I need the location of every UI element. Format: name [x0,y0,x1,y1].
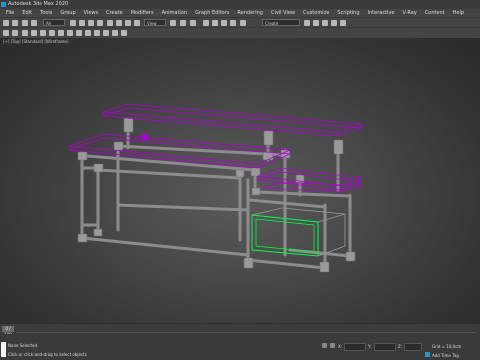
layer-explorer-icon[interactable] [322,20,328,26]
vray-proxy-icon[interactable] [94,30,100,36]
absolute-mode-icon[interactable] [330,343,335,348]
viewport-label[interactable]: [+] [Top] [Standard] [Wireframe] [3,39,68,44]
vray-fur-icon[interactable] [112,30,118,36]
y-coordinate-field[interactable] [374,343,396,351]
add-time-tag-button[interactable]: Add Time Tag [432,353,459,358]
app-logo-icon [1,2,6,7]
percent-snap-icon[interactable] [221,20,227,26]
z-label: Z: [398,344,403,349]
menu-item-scripting[interactable]: Scripting [337,9,359,17]
title-bar: Autodesk 3ds Max 2020 [0,0,480,9]
window-crossing-icon[interactable] [97,20,103,26]
time-slider-thumb[interactable]: 0 / 100 [2,326,14,337]
menu-item-modifiers[interactable]: Modifiers [131,9,154,17]
edit-named-selection-icon[interactable] [240,20,246,26]
menu-item-interactive[interactable]: Interactive [368,9,395,17]
mirror-icon[interactable] [304,20,310,26]
place-icon[interactable] [134,20,140,26]
time-tag-icon [425,352,430,357]
angle-snap-icon[interactable] [212,20,218,26]
menu-item-civil-view[interactable]: Civil View [271,9,295,17]
schematic-view-icon[interactable] [22,30,28,36]
scene-wireframe [69,103,363,273]
viewport[interactable]: [+] [Top] [Standard] [Wireframe] [0,38,480,323]
lock-selection-icon[interactable] [322,343,327,348]
grid-size: Grid = 10,0cm [432,344,462,349]
drawer-box [251,207,346,257]
scene-explorer-icon[interactable] [3,30,9,36]
menu-item-create[interactable]: Create [106,9,123,17]
selection-status: None Selected [8,343,38,348]
vray-sphere-icon[interactable] [85,30,91,36]
link-icon[interactable] [22,20,28,26]
menu-item-graph-editors[interactable]: Graph Editors [195,9,229,17]
window-title: Autodesk 3ds Max 2020 [8,1,69,7]
rectangular-selection-icon[interactable] [88,20,94,26]
unlink-icon[interactable] [31,20,37,26]
y-label: Y: [368,344,372,349]
menu-item-animation[interactable]: Animation [162,9,188,17]
maxscript-listener[interactable] [1,342,6,357]
menu-item-tools[interactable]: Tools [40,9,52,17]
menu-item-content[interactable]: Content [425,9,445,17]
secondary-toolbar [0,27,480,38]
move-icon[interactable] [107,20,113,26]
menu-item-help[interactable]: Help [453,9,464,17]
align-icon[interactable] [313,20,319,26]
select-object-icon[interactable] [70,20,76,26]
keyboard-shortcut-icon[interactable] [190,20,196,26]
menu-item-file[interactable]: File [6,9,14,17]
x-coordinate-field[interactable] [344,343,366,351]
track-bar[interactable] [16,332,476,333]
selection-filter-dropdown[interactable]: All [43,19,65,26]
snaps-toggle-icon[interactable] [203,20,209,26]
status-bar: None Selected Click or click-and-drag to… [0,334,480,360]
render-production-icon[interactable] [58,30,64,36]
layer-manager-icon[interactable] [12,30,18,36]
prompt-line: Click or click-and-drag to select object… [8,352,87,357]
menu-item-customize[interactable]: Customize [303,9,329,17]
menu-item-edit[interactable]: Edit [22,9,32,17]
scale-icon[interactable] [125,20,131,26]
reference-coordinate-dropdown[interactable]: View [144,19,166,26]
x-label: X: [338,344,343,349]
vray-camera-icon[interactable] [121,30,127,36]
select-manipulate-icon[interactable] [180,20,186,26]
redo-icon[interactable] [12,20,18,26]
named-selection-dropdown[interactable]: Create Selection Se [262,19,300,33]
vray-plane-icon[interactable] [103,30,109,36]
render-setup-icon[interactable] [40,30,46,36]
rotate-icon[interactable] [116,20,122,26]
vray-light-icon[interactable] [76,30,82,36]
select-by-name-icon[interactable] [79,20,85,26]
spinner-snap-icon[interactable] [230,20,236,26]
menu-bar: File Edit Tools Group Views Create Modifiers An… [0,9,480,17]
menu-item-rendering[interactable]: Rendering [237,9,263,17]
curve-editor-icon[interactable] [340,20,346,26]
material-editor-icon[interactable] [31,30,37,36]
undo-icon[interactable] [3,20,9,26]
ribbon-icon[interactable] [331,20,337,26]
pivot-center-icon[interactable] [170,20,176,26]
menu-item-group[interactable]: Group [60,9,75,17]
vray-frame-buffer-icon[interactable] [67,30,73,36]
z-coordinate-field[interactable] [404,343,422,351]
menu-item-vray[interactable]: V-Ray [402,9,416,17]
menu-item-views[interactable]: Views [84,9,98,17]
selected-fitting-marker [142,134,148,140]
rendered-frame-window-icon[interactable] [49,30,55,36]
